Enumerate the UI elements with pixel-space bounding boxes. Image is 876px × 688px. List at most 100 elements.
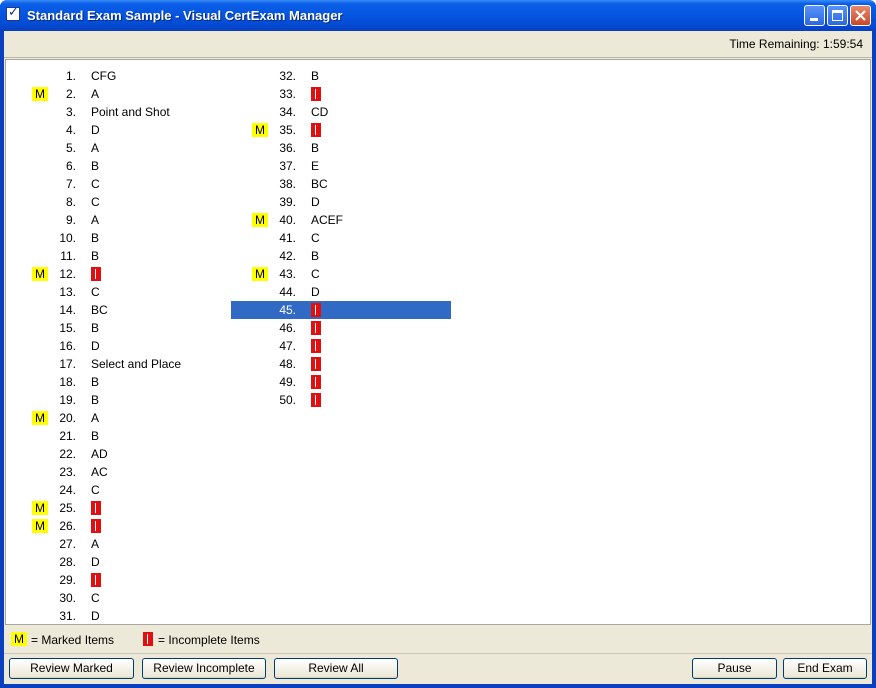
question-row[interactable]: 31. D [6,607,231,625]
maximize-button[interactable] [827,5,848,26]
question-answer: B [91,231,100,245]
question-answer: Point and Shot [91,105,170,119]
question-row[interactable]: 50. [231,391,451,409]
question-row[interactable]: M 43. C [231,265,451,283]
question-row[interactable]: 38. BC [231,175,451,193]
question-row[interactable]: 11. B [6,247,231,265]
question-number: 44. [279,285,296,299]
question-number: 45. [279,303,296,317]
question-answer: C [91,591,100,605]
question-row[interactable]: 23. AC [6,463,231,481]
incomplete-icon [311,87,321,101]
question-row[interactable]: 48. [231,355,451,373]
question-row[interactable]: M 2. A [6,85,231,103]
question-row[interactable]: M 35. [231,121,451,139]
question-row[interactable]: M 25. [6,499,231,517]
marked-legend-icon: M [11,632,27,646]
question-row[interactable]: 46. [231,319,451,337]
question-row[interactable]: 39. D [231,193,451,211]
question-answer: D [91,339,100,353]
question-answer: B [91,159,100,173]
question-row[interactable]: 15. B [6,319,231,337]
question-row[interactable]: 13. C [6,283,231,301]
question-number: 35. [279,123,296,137]
question-row[interactable]: 10. B [6,229,231,247]
question-row[interactable]: 9. A [6,211,231,229]
question-row[interactable]: 49. [231,373,451,391]
question-number: 32. [279,69,296,83]
question-row[interactable]: M 12. [6,265,231,283]
review-all-button[interactable]: Review All [274,658,398,679]
question-number: 16. [59,339,76,353]
question-answer: BC [91,303,108,317]
question-number: 48. [279,357,296,371]
question-number: 4. [65,123,76,137]
question-answer: A [91,141,100,155]
incomplete-icon [311,321,321,335]
question-answer: C [91,177,100,191]
title-bar[interactable]: ✓ Standard Exam Sample - Visual CertExam… [0,0,876,31]
question-row[interactable]: M 26. [6,517,231,535]
question-row[interactable]: 45. [231,301,451,319]
question-row[interactable]: 34. CD [231,103,451,121]
question-row[interactable]: 33. [231,85,451,103]
question-row[interactable]: 18. B [6,373,231,391]
question-number: 15. [59,321,76,335]
question-number: 11. [60,249,76,263]
minimize-button[interactable] [804,5,825,26]
question-number: 39. [279,195,296,209]
question-row[interactable]: 22. AD [6,445,231,463]
question-row[interactable]: 21. B [6,427,231,445]
question-number: 20. [59,411,76,425]
end-exam-button[interactable]: End Exam [783,658,867,679]
question-row[interactable]: 16. D [6,337,231,355]
question-row[interactable]: 3. Point and Shot [6,103,231,121]
question-answer: B [91,393,100,407]
question-row[interactable]: 42. B [231,247,451,265]
question-answer: B [91,249,100,263]
question-answer: CD [311,105,329,119]
question-number: 33. [279,87,296,101]
question-list[interactable]: 1. CFG M 2. A 3. Point and Shot 4. D 5. A 6. B 7. C 8. C… [5,59,871,625]
question-number: 25. [59,501,76,515]
question-row[interactable]: 27. A [6,535,231,553]
question-row[interactable]: 6. B [6,157,231,175]
question-number: 31. [59,609,76,623]
question-row[interactable]: 7. C [6,175,231,193]
question-row[interactable]: 44. D [231,283,451,301]
question-row[interactable]: 37. E [231,157,451,175]
question-number: 18. [59,375,76,389]
close-button[interactable] [850,5,871,26]
question-row[interactable]: M 20. A [6,409,231,427]
question-row[interactable]: 17. Select and Place [6,355,231,373]
question-row[interactable]: 4. D [6,121,231,139]
question-row[interactable]: 1. CFG [6,67,231,85]
button-bar: Review Marked Review Incomplete Review A… [4,653,872,685]
legend: M = Marked Items = Incomplete Items [4,627,872,651]
app-window: ✓ Standard Exam Sample - Visual CertExam… [0,0,876,688]
question-row[interactable]: 29. [6,571,231,589]
question-row[interactable]: 8. C [6,193,231,211]
question-number: 37. [279,159,296,173]
question-row[interactable]: 32. B [231,67,451,85]
question-row[interactable]: 28. D [6,553,231,571]
question-row[interactable]: 5. A [6,139,231,157]
question-answer: C [91,483,100,497]
question-answer: B [311,141,320,155]
review-incomplete-button[interactable]: Review Incomplete [142,658,266,679]
question-row[interactable]: 14. BC [6,301,231,319]
pause-button[interactable]: Pause [692,658,777,679]
question-row[interactable]: 41. C [231,229,451,247]
question-row[interactable]: 30. C [6,589,231,607]
minimize-icon [810,18,818,21]
question-row[interactable]: 19. B [6,391,231,409]
incomplete-icon [91,501,101,515]
incomplete-icon [311,123,321,137]
question-number: 14. [59,303,76,317]
review-marked-button[interactable]: Review Marked [9,658,134,679]
question-row[interactable]: 24. C [6,481,231,499]
question-row[interactable]: M 40. ACEF [231,211,451,229]
question-row[interactable]: 36. B [231,139,451,157]
question-row[interactable]: 47. [231,337,451,355]
question-number: 29. [59,573,76,587]
